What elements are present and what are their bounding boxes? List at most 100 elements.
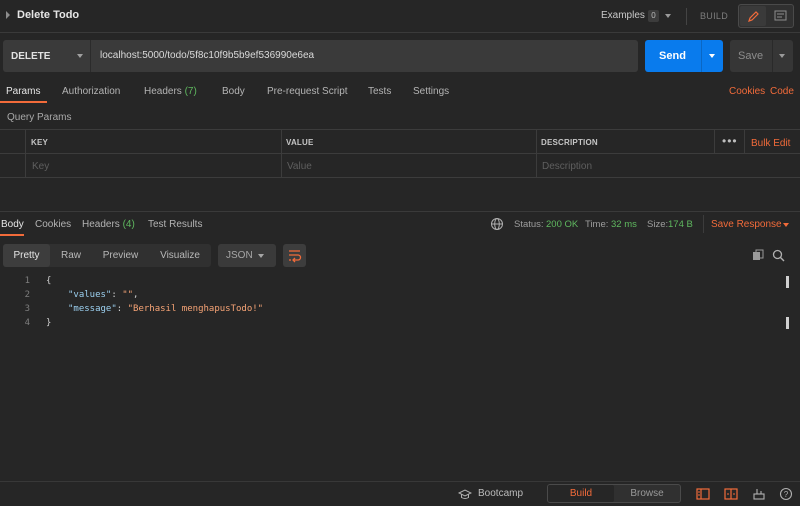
examples-count-badge: 0 [648,10,659,22]
graduation-cap-icon[interactable] [458,489,472,501]
svg-text:?: ? [784,490,789,499]
save-response-button[interactable]: Save Response [711,219,782,230]
response-tab-body[interactable]: Body [1,219,24,230]
time-value[interactable]: 32 ms [611,219,637,230]
save-button[interactable]: Save [730,40,793,72]
browse-toggle[interactable]: Browse [614,485,680,502]
json-value: "" [122,290,134,300]
view-raw[interactable]: Raw [51,244,91,267]
column-divider [714,130,715,154]
divider [686,8,687,25]
time-label: Time: [585,219,609,230]
view-preview[interactable]: Preview [93,244,148,267]
response-view-tabs: Pretty Raw Preview Visualize [3,244,211,267]
comment-mode-button[interactable] [768,6,793,26]
response-tab-test-results[interactable]: Test Results [148,219,202,230]
column-header-description: DESCRIPTION [541,138,598,147]
sidebar-layout-icon[interactable] [696,487,710,501]
cookies-link[interactable]: Cookies [729,86,765,97]
collapse-caret-icon[interactable] [6,11,10,19]
json-comma: , [133,290,139,300]
tab-headers-label: Headers [144,86,182,97]
format-select[interactable]: JSON [218,244,276,267]
code-line: } [46,318,52,328]
help-icon[interactable]: ? [779,487,793,501]
headers-count: (7) [184,86,197,97]
chevron-down-icon[interactable] [779,54,785,58]
send-label[interactable]: Send [645,40,700,72]
tab-headers[interactable]: Headers (7) [144,86,197,97]
comment-icon [774,10,787,21]
divider [701,40,702,72]
response-tab-headers[interactable]: Headers (4) [82,219,135,230]
bulk-edit-link[interactable]: Bulk Edit [751,138,790,149]
response-headers-count: (4) [122,219,135,230]
active-tab-indicator [0,101,47,103]
param-description-input[interactable]: Description [542,161,592,172]
chevron-down-icon[interactable] [665,14,671,18]
scrollbar-thumb[interactable] [786,276,789,288]
status-value[interactable]: 200 OK [546,219,578,230]
tab-authorization[interactable]: Authorization [62,86,120,97]
view-pretty[interactable]: Pretty [3,244,50,267]
column-header-value: VALUE [286,138,314,147]
request-header: Delete Todo Examples 0 BUILD [0,0,800,33]
active-tab-indicator [0,234,24,236]
pencil-icon [748,11,759,22]
param-key-input[interactable]: Key [32,161,49,172]
size-value[interactable]: 174 B [668,219,693,230]
tab-tests[interactable]: Tests [368,86,391,97]
url-input[interactable]: localhost:5000/todo/5f8c10f9b5b9ef536990… [100,50,314,61]
url-bar: DELETE localhost:5000/todo/5f8c10f9b5b9e… [3,40,638,72]
json-colon: : [111,290,123,300]
divider [772,40,773,72]
code-line: "message": "Berhasil menghapusTodo!" [68,304,263,314]
scrollbar-thumb[interactable] [786,317,789,329]
wrap-icon [289,250,302,263]
search-icon[interactable] [772,249,785,262]
examples-dropdown[interactable]: Examples [601,10,645,21]
chevron-down-icon[interactable] [709,54,715,58]
query-params-title: Query Params [7,112,72,123]
request-title[interactable]: Delete Todo [17,9,79,21]
view-visualize[interactable]: Visualize [151,244,209,267]
chevron-down-icon[interactable] [77,54,83,58]
wrap-lines-button[interactable] [283,244,306,267]
globe-icon[interactable] [490,217,504,231]
column-divider [536,130,537,178]
json-value: "Berhasil menghapusTodo!" [127,304,264,314]
column-divider [25,130,26,178]
build-toggle[interactable]: Build [548,485,614,502]
save-label[interactable]: Save [738,50,763,62]
code-line: { [46,276,52,286]
copy-icon[interactable] [752,249,764,261]
column-header-key: KEY [31,138,49,147]
size-label: Size: [647,219,669,230]
divider [703,215,704,233]
line-number: 4 [24,318,30,328]
tab-params[interactable]: Params [6,86,40,97]
tab-settings[interactable]: Settings [413,86,449,97]
pane-divider[interactable] [0,211,800,212]
response-tab-cookies[interactable]: Cookies [35,219,71,230]
tab-prerequest-script[interactable]: Pre-request Script [267,86,348,97]
build-label: BUILD [700,11,729,21]
mode-toggle [738,4,794,28]
send-button[interactable]: Send [645,40,723,72]
runner-icon[interactable] [752,487,766,501]
two-pane-icon[interactable] [724,487,738,501]
tab-body[interactable]: Body [222,86,245,97]
column-divider [744,130,745,154]
response-body-code[interactable]: 1 { 2 "values": "", 3 "message": "Berhas… [0,274,790,334]
line-number: 2 [24,290,30,300]
more-options-icon[interactable]: ••• [722,134,738,148]
param-value-input[interactable]: Value [287,161,312,172]
json-key: "message" [68,304,117,314]
bootcamp-link[interactable]: Bootcamp [478,488,523,499]
response-headers-label: Headers [82,219,120,230]
chevron-down-icon[interactable] [783,223,789,227]
code-line: "values": "", [68,290,138,300]
edit-mode-button[interactable] [740,6,766,26]
line-number: 3 [24,304,30,314]
code-link[interactable]: Code [770,86,794,97]
